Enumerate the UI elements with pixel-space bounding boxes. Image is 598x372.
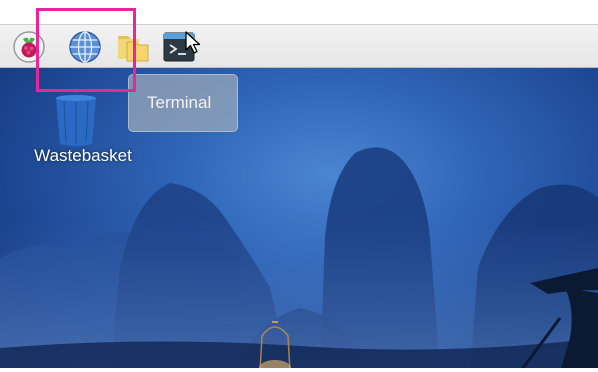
desktop: Wastebasket: [0, 68, 598, 372]
raspberry-menu-icon: [13, 31, 45, 63]
web-browser-button[interactable]: [66, 29, 104, 65]
file-manager-button[interactable]: [114, 29, 152, 65]
bottom-margin: [0, 368, 598, 372]
top-margin: [0, 0, 598, 24]
mouse-cursor-icon: [185, 31, 201, 54]
folder-icon: [118, 36, 149, 62]
wastebasket-label[interactable]: Wastebasket: [18, 146, 148, 166]
globe-icon: [69, 31, 101, 63]
raspberry-menu-button[interactable]: [10, 29, 48, 65]
taskbar: [0, 24, 598, 68]
wastebasket-icon[interactable]: [48, 92, 104, 152]
screen: Wastebasket Terminal: [0, 0, 598, 372]
terminal-tooltip: Terminal: [128, 74, 238, 132]
